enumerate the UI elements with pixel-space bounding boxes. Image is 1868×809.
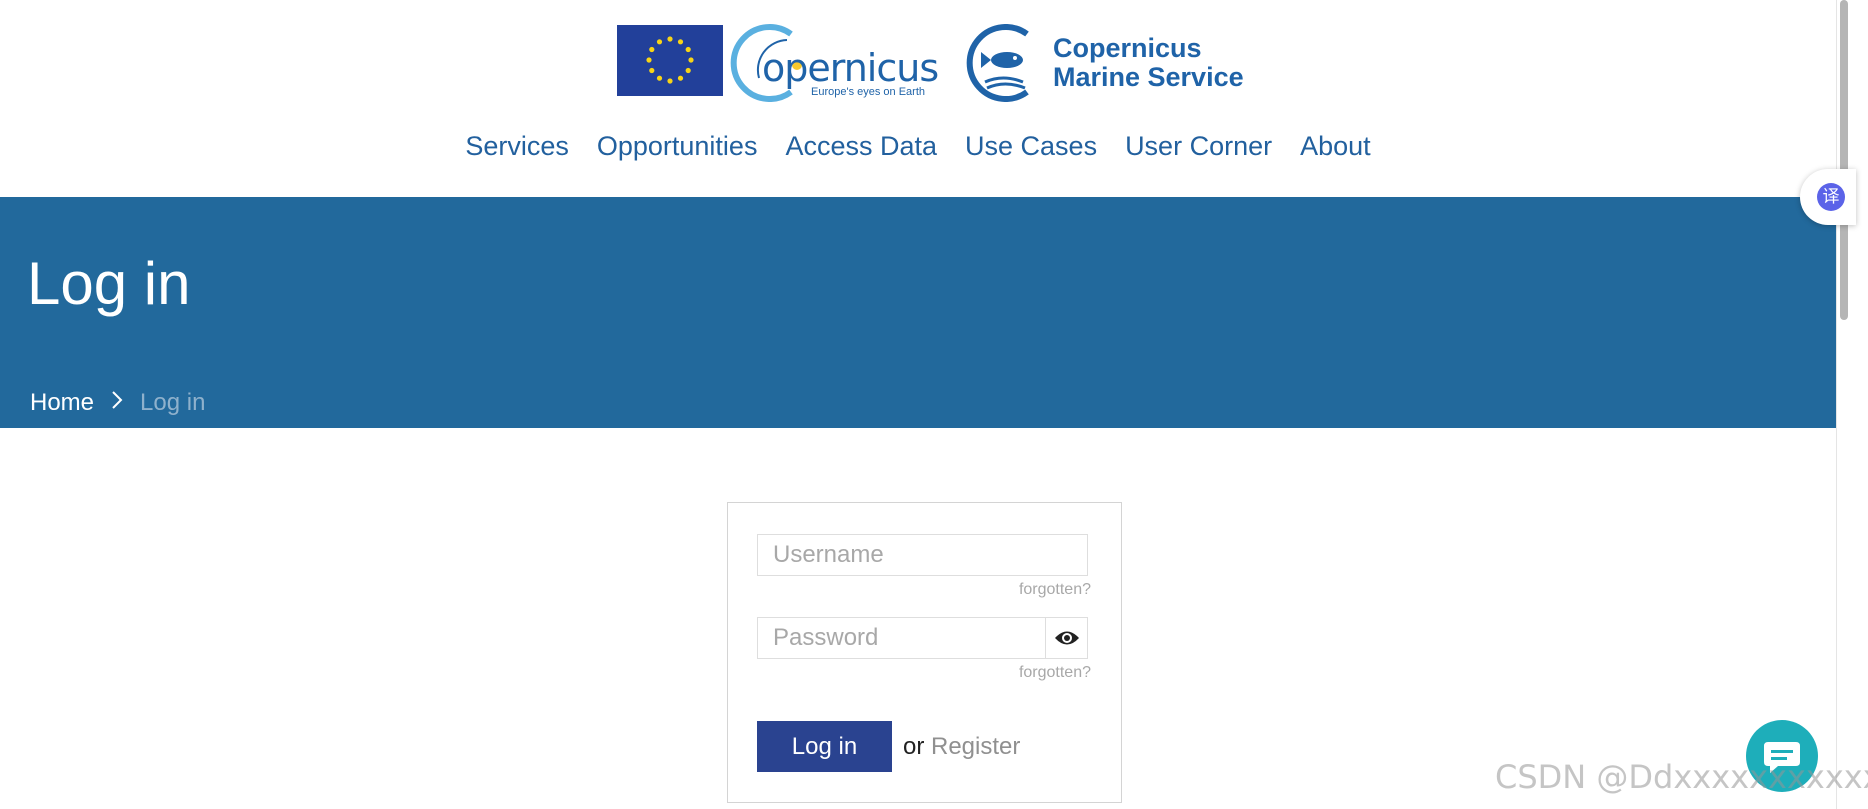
copernicus-tagline: Europe's eyes on Earth: [811, 86, 926, 98]
translate-icon: 译: [1817, 183, 1845, 211]
password-forgotten-link[interactable]: forgotten?: [1019, 664, 1091, 682]
marine-service-fish-icon[interactable]: [965, 24, 1043, 102]
marine-service-line1: Copernicus: [1053, 33, 1202, 63]
csdn-watermark: CSDN @Ddxxxxxxxxxxxx: [1495, 758, 1868, 796]
eu-flag-logo: [617, 25, 723, 96]
translate-button[interactable]: 译: [1800, 169, 1856, 225]
register-link[interactable]: Register: [931, 733, 1020, 761]
nav-item-access-data[interactable]: Access Data: [771, 131, 951, 162]
nav-item-use-cases[interactable]: Use Cases: [951, 131, 1111, 162]
breadcrumb-current: Log in: [140, 389, 206, 416]
page-banner: Log in Home Log in: [0, 197, 1836, 428]
password-input[interactable]: [758, 618, 1048, 658]
marine-service-line2: Marine Service: [1053, 62, 1244, 92]
breadcrumb-home-link[interactable]: Home: [30, 389, 94, 417]
marine-service-title[interactable]: Copernicus Marine Service: [1053, 34, 1244, 92]
password-field-wrapper: [757, 617, 1088, 659]
username-input[interactable]: [758, 535, 1087, 575]
scrollbar-thumb[interactable]: [1840, 0, 1848, 320]
or-text: or: [903, 733, 925, 760]
nav-item-services[interactable]: Services: [451, 131, 583, 162]
breadcrumb: Home Log in: [30, 389, 205, 417]
page-title: Log in: [27, 250, 191, 317]
page-scrollbar[interactable]: [1836, 0, 1851, 809]
username-forgotten-link[interactable]: forgotten?: [1019, 581, 1091, 599]
eye-icon[interactable]: [1045, 618, 1087, 658]
nav-item-opportunities[interactable]: Opportunities: [583, 131, 772, 162]
chevron-right-icon: [110, 389, 124, 417]
login-button[interactable]: Log in: [757, 721, 892, 772]
username-field-wrapper: [757, 534, 1088, 576]
main-nav: Services Opportunities Access Data Use C…: [0, 131, 1836, 162]
copernicus-logo[interactable]: opernicus Europe's eyes on Earth: [729, 22, 957, 102]
login-form: forgotten? forgotten? Log in or Register: [727, 502, 1122, 803]
nav-item-about[interactable]: About: [1286, 131, 1385, 162]
copernicus-logo-text: opernicus: [762, 46, 939, 90]
nav-item-user-corner[interactable]: User Corner: [1111, 131, 1286, 162]
